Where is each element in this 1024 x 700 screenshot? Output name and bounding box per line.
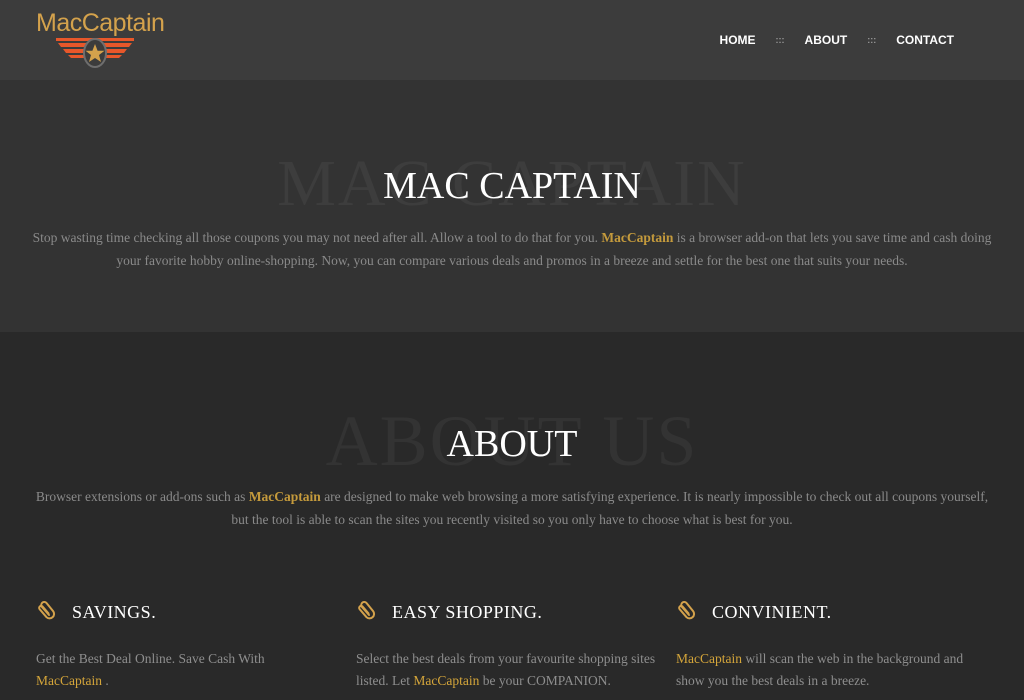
brand-name: MacCaptain — [36, 673, 102, 688]
feature-easy-shopping: EASY SHOPPING. Select the best deals fro… — [356, 597, 656, 692]
logo-text: MacCaptain — [36, 9, 165, 37]
paperclip-icon — [38, 601, 56, 620]
about-title: ABOUT — [446, 423, 578, 465]
brand-name: MacCaptain — [413, 673, 480, 688]
nav-separator: ::: — [775, 35, 785, 45]
feature-title: SAVINGS. — [72, 601, 157, 622]
main-nav: HOME ::: ABOUT ::: CONTACT — [720, 30, 954, 50]
brand-name: MacCaptain — [248, 489, 321, 504]
hero-section: MAC CAPTAIN MAC CAPTAIN Stop wasting tim… — [0, 80, 1024, 332]
feature-text: Select the best deals from your favourit… — [356, 648, 656, 692]
feature-title: EASY SHOPPING. — [392, 601, 543, 622]
feature-text-part: Get the Best Deal Online. Save Cash With — [36, 651, 265, 666]
feature-savings: SAVINGS. Get the Best Deal Online. Save … — [36, 597, 336, 692]
brand-name: MacCaptain — [601, 230, 674, 245]
feature-header: EASY SHOPPING. — [356, 597, 656, 627]
brand-name: MacCaptain — [676, 651, 742, 666]
nav-about[interactable]: ABOUT — [805, 33, 848, 47]
feature-text: MacCaptain will scan the web in the back… — [676, 648, 976, 692]
about-text-part: Browser extensions or add-ons such as — [35, 489, 246, 504]
feature-header: SAVINGS. — [36, 597, 336, 627]
nav-home[interactable]: HOME — [720, 33, 756, 47]
feature-convenient: CONVINIENT. MacCaptain will scan the web… — [676, 597, 976, 692]
about-text-part: are designed to make web browsing a more… — [231, 489, 989, 527]
feature-title: CONVINIENT. — [712, 601, 832, 622]
feature-text-part: be your COMPANION. — [482, 673, 611, 688]
feature-header: CONVINIENT. — [676, 597, 976, 627]
hero-title: MAC CAPTAIN — [383, 165, 641, 207]
feature-text: Get the Best Deal Online. Save Cash With… — [36, 648, 336, 692]
hero-description: Stop wasting time checking all those cou… — [30, 227, 994, 272]
star-wings-icon — [56, 38, 134, 68]
paperclip-icon — [358, 601, 376, 620]
about-section: ABOUT US ABOUT Browser extensions or add… — [0, 332, 1024, 700]
about-description: Browser extensions or add-ons such as Ma… — [30, 486, 994, 531]
paperclip-icon — [678, 601, 696, 620]
nav-separator: ::: — [867, 35, 877, 45]
feature-text-part: . — [105, 673, 109, 688]
logo[interactable]: MacCaptain — [36, 8, 165, 72]
hero-text-part: Stop wasting time checking all those cou… — [32, 230, 599, 245]
site-header: MacCaptain HOME ::: ABOUT ::: CONTACT — [0, 0, 1024, 80]
nav-contact[interactable]: CONTACT — [896, 33, 954, 47]
